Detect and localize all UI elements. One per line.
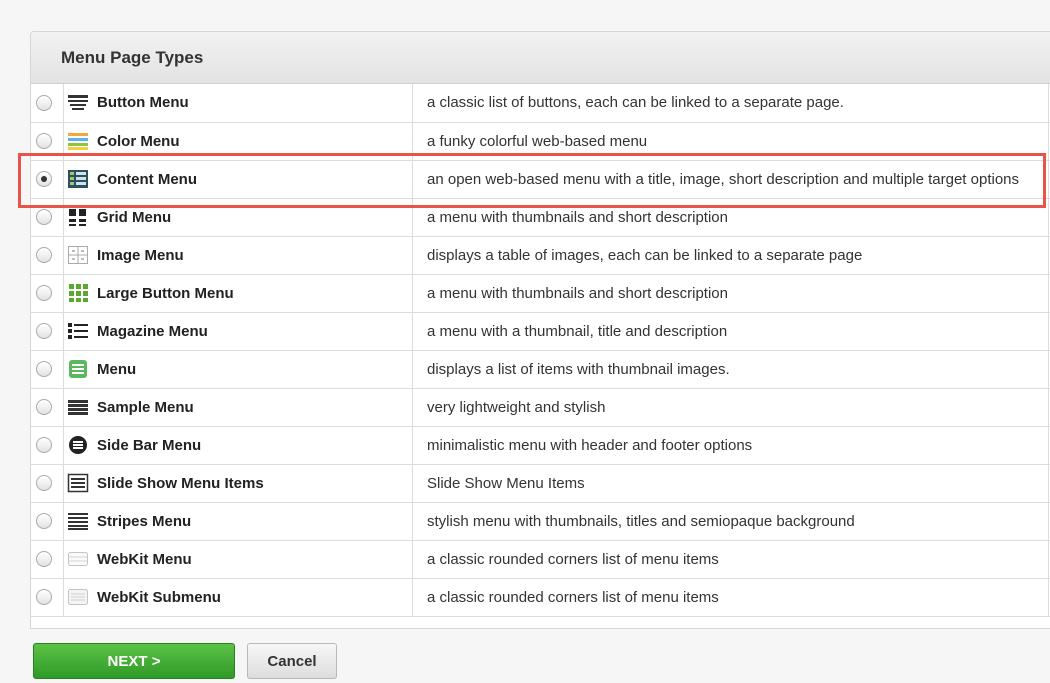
- image-menu-icon: [67, 245, 89, 265]
- menu-type-name[interactable]: Large Button Menu: [97, 285, 234, 302]
- menu-type-row[interactable]: Magazine Menu a menu with a thumbnail, ti…: [31, 312, 1050, 351]
- webkit-menu-icon: [67, 549, 89, 569]
- menu-type-name[interactable]: Content Menu: [97, 171, 197, 188]
- menu-type-description: displays a table of images, each can be …: [427, 246, 863, 264]
- menu-type-row[interactable]: Sample Menu very lightweight and stylish: [31, 388, 1050, 427]
- menu-type-row[interactable]: Content Menu an open web-based menu with …: [31, 160, 1050, 199]
- menu-type-description: very lightweight and stylish: [427, 398, 606, 416]
- menu-icon: [67, 359, 89, 379]
- menu-type-row[interactable]: Menu displays a list of items with thumbn…: [31, 350, 1050, 389]
- grid-menu-radio[interactable]: [36, 209, 52, 225]
- button-menu-radio[interactable]: [36, 94, 52, 111]
- magazine-menu-radio[interactable]: [36, 323, 52, 339]
- menu-type-name[interactable]: Grid Menu: [97, 209, 171, 226]
- menu-type-description: a menu with a thumbnail, title and descr…: [427, 322, 728, 340]
- menu-type-name[interactable]: Side Bar Menu: [97, 437, 201, 454]
- webkit-submenu-radio[interactable]: [36, 589, 52, 605]
- menu-type-description: minimalistic menu with header and footer…: [427, 436, 753, 454]
- menu-type-row[interactable]: Slide Show Menu Items Slide Show Menu Ite…: [31, 464, 1050, 503]
- menu-radio[interactable]: [36, 361, 52, 377]
- menu-type-description: a classic rounded corners list of menu i…: [427, 550, 719, 568]
- side-bar-menu-radio[interactable]: [36, 437, 52, 453]
- menu-type-name[interactable]: Menu: [97, 361, 136, 378]
- menu-type-description: stylish menu with thumbnails, titles and…: [427, 512, 855, 530]
- webkit-submenu-icon: [67, 587, 89, 607]
- menu-type-row[interactable]: WebKit Menu a classic rounded corners lis…: [31, 540, 1050, 579]
- menu-types-table: Button Menu a classic list of buttons, ea…: [31, 84, 1050, 617]
- menu-type-name[interactable]: Sample Menu: [97, 399, 194, 416]
- sample-menu-icon: [67, 397, 89, 417]
- menu-type-description: a classic rounded corners list of menu i…: [427, 588, 719, 606]
- menu-type-name[interactable]: Color Menu: [97, 133, 180, 150]
- menu-type-description: an open web-based menu with a title, ima…: [427, 170, 1020, 188]
- webkit-menu-radio[interactable]: [36, 551, 52, 567]
- grid-menu-icon: [67, 207, 89, 227]
- menu-type-description: Slide Show Menu Items: [427, 474, 585, 492]
- menu-type-row[interactable]: Large Button Menu a menu with thumbnails …: [31, 274, 1050, 313]
- menu-type-row[interactable]: Color Menu a funky colorful web-based men…: [31, 122, 1050, 161]
- large-button-menu-radio[interactable]: [36, 285, 52, 301]
- slide-show-menu-radio[interactable]: [36, 475, 52, 491]
- menu-type-row[interactable]: Button Menu a classic list of buttons, ea…: [31, 84, 1050, 123]
- menu-type-name[interactable]: WebKit Submenu: [97, 589, 221, 606]
- menu-type-name[interactable]: Slide Show Menu Items: [97, 475, 264, 492]
- color-menu-radio[interactable]: [36, 133, 52, 149]
- menu-type-row[interactable]: Side Bar Menu minimalistic menu with head…: [31, 426, 1050, 465]
- menu-type-name[interactable]: Magazine Menu: [97, 323, 208, 340]
- next-button[interactable]: NEXT >: [33, 643, 235, 679]
- cancel-button[interactable]: Cancel: [247, 643, 337, 679]
- panel-title: Menu Page Types: [31, 32, 1050, 84]
- menu-type-row[interactable]: WebKit Submenu a classic rounded corners …: [31, 578, 1050, 617]
- stripes-menu-icon: [67, 511, 89, 531]
- menu-page-types-panel: Menu Page Types Button Menu a classic lis…: [30, 31, 1050, 629]
- slide-show-menu-icon: [67, 473, 89, 493]
- stripes-menu-radio[interactable]: [36, 513, 52, 529]
- magazine-menu-icon: [67, 321, 89, 341]
- sample-menu-radio[interactable]: [36, 399, 52, 415]
- menu-type-name[interactable]: WebKit Menu: [97, 551, 192, 568]
- side-bar-menu-icon: [67, 435, 89, 455]
- menu-type-description: a menu with thumbnails and short descrip…: [427, 208, 728, 226]
- color-menu-icon: [67, 131, 89, 151]
- button-menu-icon: [67, 93, 89, 113]
- menu-type-description: a classic list of buttons, each can be l…: [427, 94, 844, 112]
- menu-type-name[interactable]: Image Menu: [97, 247, 184, 264]
- menu-type-row[interactable]: Stripes Menu stylish menu with thumbnails…: [31, 502, 1050, 541]
- menu-type-description: a menu with thumbnails and short descrip…: [427, 284, 728, 302]
- menu-type-name[interactable]: Stripes Menu: [97, 513, 191, 530]
- menu-type-description: displays a list of items with thumbnail …: [427, 360, 730, 378]
- menu-type-row[interactable]: Grid Menu a menu with thumbnails and shor…: [31, 198, 1050, 237]
- menu-type-row[interactable]: Image Menu displays a table of images, ea…: [31, 236, 1050, 275]
- content-menu-radio[interactable]: [36, 171, 52, 187]
- menu-type-description: a funky colorful web-based menu: [427, 132, 648, 150]
- menu-type-name[interactable]: Button Menu: [97, 94, 189, 111]
- image-menu-radio[interactable]: [36, 247, 52, 263]
- content-menu-icon: [67, 169, 89, 189]
- large-button-menu-icon: [67, 283, 89, 303]
